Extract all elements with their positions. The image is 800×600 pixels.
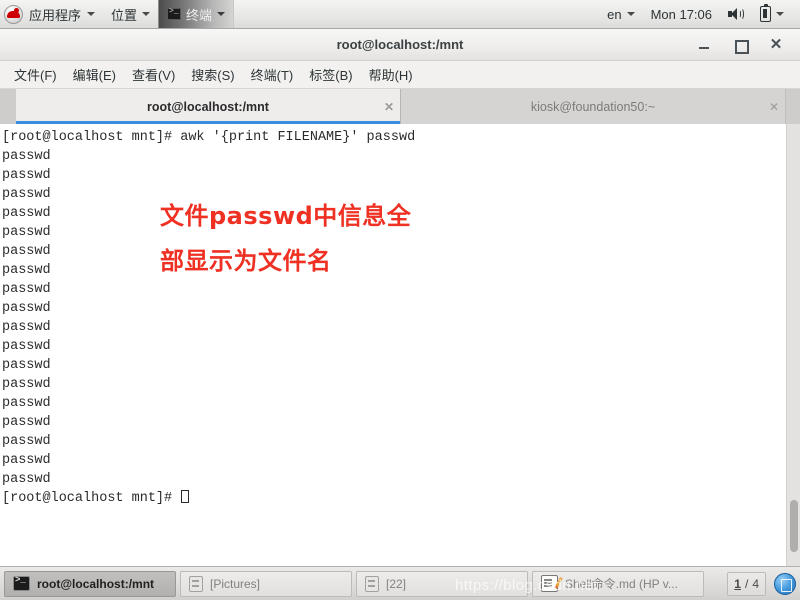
- battery-icon: [760, 3, 771, 22]
- menu-terminal[interactable]: 终端(T): [245, 62, 300, 87]
- terminal-scrollbar[interactable]: [786, 124, 800, 566]
- taskbar-item-shell-md[interactable]: Shell命令.md (HP v...: [532, 570, 704, 597]
- places-menu[interactable]: 位置: [103, 0, 158, 28]
- menu-help[interactable]: 帮助(H): [363, 62, 419, 87]
- taskbar-item-label: [Pictures]: [210, 576, 261, 591]
- chevron-down-icon: [776, 12, 784, 16]
- top-panel-right: en Mon 17:06: [599, 0, 800, 28]
- menu-search[interactable]: 搜索(S): [185, 62, 240, 87]
- taskbar-item-terminal[interactable]: root@localhost:/mnt: [4, 570, 176, 597]
- menubar: 文件(F) 编辑(E) 查看(V) 搜索(S) 终端(T) 标签(B) 帮助(H…: [0, 61, 800, 89]
- terminal-icon: [167, 7, 182, 20]
- terminal-output-line: passwd: [2, 225, 51, 240]
- menu-tabs[interactable]: 标签(B): [303, 62, 358, 87]
- workspace-current: 1: [734, 576, 741, 591]
- workspace-separator: /: [744, 576, 749, 591]
- tab-root-mnt[interactable]: root@localhost:/mnt ✕: [16, 89, 401, 124]
- terminal-output-line: passwd: [2, 244, 51, 259]
- terminal-body[interactable]: [root@localhost mnt]# awk '{print FILENA…: [0, 124, 800, 566]
- maximize-button[interactable]: [732, 37, 749, 54]
- menu-edit[interactable]: 编辑(E): [67, 62, 122, 87]
- clock-label: Mon 17:06: [650, 6, 712, 22]
- menu-file[interactable]: 文件(F): [8, 62, 63, 87]
- clock[interactable]: Mon 17:06: [643, 0, 720, 28]
- keyboard-layout-label: en: [607, 6, 622, 22]
- top-panel-left: 应用程序 位置 终端: [0, 0, 235, 28]
- close-button[interactable]: ✕: [768, 36, 784, 53]
- tab-kiosk-foundation50[interactable]: kiosk@foundation50:~ ✕: [401, 89, 786, 124]
- terminal-output-line: passwd: [2, 168, 51, 183]
- terminal-output-line: passwd: [2, 377, 51, 392]
- close-icon[interactable]: ✕: [378, 100, 400, 114]
- battery-indicator[interactable]: [752, 0, 792, 28]
- show-desktop-icon[interactable]: [774, 572, 796, 595]
- terminal-output-line: passwd: [2, 320, 51, 335]
- keyboard-layout-indicator[interactable]: en: [599, 0, 642, 28]
- terminal-output-line: passwd: [2, 206, 51, 221]
- window-controls: ✕: [696, 36, 800, 54]
- minimize-button[interactable]: [696, 37, 712, 53]
- terminal-prompt: [root@localhost mnt]#: [2, 491, 181, 506]
- terminal-output-line: passwd: [2, 149, 51, 164]
- terminal-command-line: [root@localhost mnt]# awk '{print FILENA…: [2, 130, 416, 145]
- terminal-output-line: passwd: [2, 263, 51, 278]
- redhat-logo-icon: [4, 4, 23, 24]
- taskbar-item-pictures[interactable]: [Pictures]: [180, 570, 352, 597]
- file-manager-icon: [365, 575, 379, 592]
- terminal-output[interactable]: [root@localhost mnt]# awk '{print FILENA…: [0, 124, 786, 566]
- taskbar-item-label: Shell命令.md (HP v...: [565, 577, 678, 591]
- terminal-output-line: passwd: [2, 187, 51, 202]
- workspace-total: 4: [752, 576, 759, 591]
- places-menu-label: 位置: [111, 7, 138, 23]
- workspace-switcher[interactable]: 1 / 4: [727, 571, 766, 596]
- terminal-output-line: passwd: [2, 282, 51, 297]
- chevron-down-icon: [626, 12, 635, 16]
- tab-bar: root@localhost:/mnt ✕ kiosk@foundation50…: [0, 89, 800, 124]
- terminal-output-line: passwd: [2, 453, 51, 468]
- close-icon[interactable]: ✕: [763, 100, 785, 114]
- window-titlebar[interactable]: root@localhost:/mnt ✕: [0, 29, 800, 61]
- terminal-output-line: passwd: [2, 434, 51, 449]
- terminal-output-line: passwd: [2, 415, 51, 430]
- speaker-icon: [728, 7, 744, 21]
- terminal-output-line: passwd: [2, 301, 51, 316]
- terminal-output-line: passwd: [2, 358, 51, 373]
- tab-label: kiosk@foundation50:~: [530, 99, 656, 114]
- taskbar: root@localhost:/mnt [Pictures] [22] Shel…: [0, 566, 800, 600]
- tab-label: root@localhost:/mnt: [147, 99, 269, 114]
- active-window-menu[interactable]: 终端: [158, 0, 235, 28]
- terminal-window: root@localhost:/mnt ✕ 文件(F) 编辑(E) 查看(V) …: [0, 29, 800, 566]
- active-window-label: 终端: [186, 7, 213, 23]
- volume-indicator[interactable]: [720, 0, 752, 28]
- applications-menu[interactable]: 应用程序: [0, 0, 103, 28]
- notepad-icon: [541, 575, 558, 592]
- terminal-output-line: passwd: [2, 339, 51, 354]
- taskbar-item-label: [22]: [386, 576, 407, 591]
- terminal-output-line: passwd: [2, 472, 51, 487]
- terminal-output-line: passwd: [2, 396, 51, 411]
- terminal-icon: [13, 575, 30, 591]
- file-manager-icon: [189, 575, 203, 592]
- chevron-down-icon: [142, 12, 151, 16]
- chevron-down-icon: [87, 12, 96, 16]
- top-panel: 应用程序 位置 终端 en Mon 17:06: [0, 0, 800, 29]
- taskbar-item-22[interactable]: [22]: [356, 570, 528, 597]
- chevron-down-icon: [217, 12, 226, 16]
- terminal-cursor: [181, 490, 190, 503]
- menu-view[interactable]: 查看(V): [126, 62, 181, 87]
- scrollbar-thumb[interactable]: [790, 500, 798, 552]
- taskbar-item-label: root@localhost:/mnt: [37, 576, 155, 591]
- window-title: root@localhost:/mnt: [336, 37, 464, 52]
- applications-menu-label: 应用程序: [29, 7, 82, 23]
- terminal-prompt-line: [root@localhost mnt]#: [2, 489, 786, 508]
